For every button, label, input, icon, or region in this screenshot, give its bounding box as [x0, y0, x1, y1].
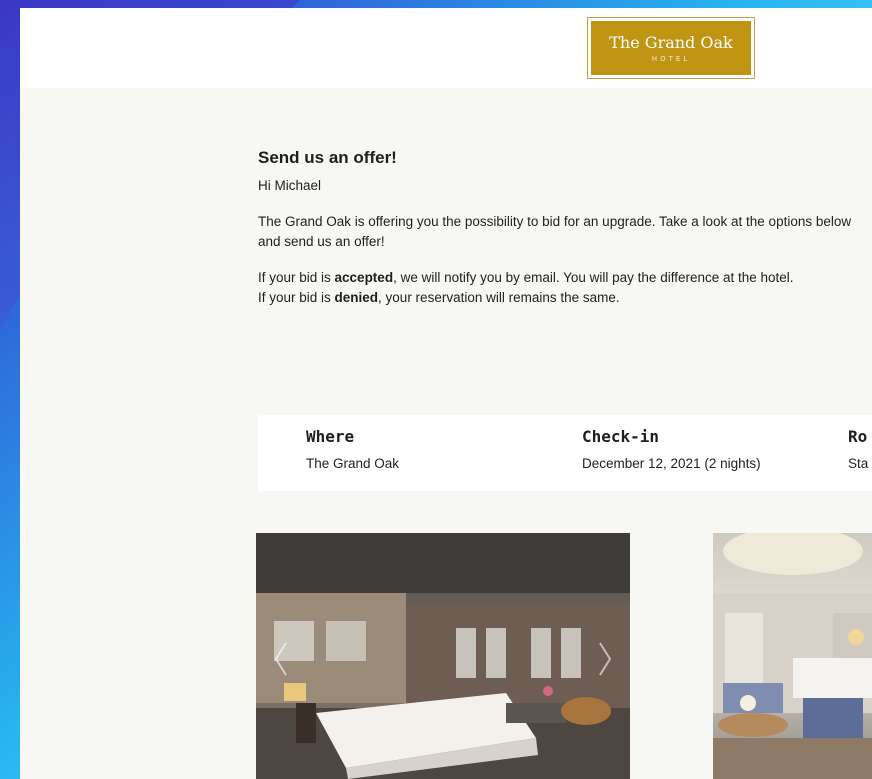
greeting-text: Hi Michael [258, 178, 322, 193]
intro-text: The Grand Oak is offering you the possib… [258, 214, 852, 249]
accepted-suffix: , we will notify you by email. You will … [393, 270, 794, 285]
header: The Grand Oak HOTEL [20, 8, 872, 88]
room-label: Ro [848, 427, 868, 446]
room-photo-1-illustration [256, 533, 630, 779]
logo-name: The Grand Oak [609, 32, 733, 52]
room-photo-2[interactable] [713, 533, 872, 779]
room-value: Sta [848, 456, 869, 471]
denied-word: denied [334, 290, 379, 305]
accepted-prefix: If your bid is [258, 270, 335, 285]
where-label: Where [306, 427, 355, 446]
summary-checkin: Check-in December 12, 2021 (2 nights) [582, 427, 761, 471]
summary-where: Where The Grand Oak [306, 427, 399, 471]
room-photo-1[interactable] [256, 533, 630, 779]
hotel-logo[interactable]: The Grand Oak HOTEL [587, 17, 755, 79]
denied-prefix: If your bid is [258, 290, 335, 305]
logo-badge: The Grand Oak HOTEL [591, 21, 751, 75]
upgrade-offer-page: The Grand Oak HOTEL Send us an offer! Hi… [20, 8, 872, 779]
checkin-value: December 12, 2021 (2 nights) [582, 456, 761, 471]
offer-intro: Send us an offer! Hi Michael The Grand O… [258, 148, 858, 308]
summary-room: Ro Sta [848, 427, 868, 471]
accepted-word: accepted [334, 270, 394, 285]
accepted-text: If your bid is accepted, we will notify … [258, 268, 858, 288]
denied-suffix: , your reservation will remains the same… [378, 290, 620, 305]
logo-subtitle: HOTEL [651, 54, 691, 63]
checkin-label: Check-in [582, 427, 660, 446]
denied-text: If your bid is denied, your reservation … [258, 288, 858, 308]
where-value: The Grand Oak [306, 456, 400, 471]
page-title: Send us an offer! [258, 148, 397, 167]
reservation-summary: Where The Grand Oak Check-in December 12… [258, 415, 872, 491]
room-photo-2-illustration [713, 533, 872, 779]
